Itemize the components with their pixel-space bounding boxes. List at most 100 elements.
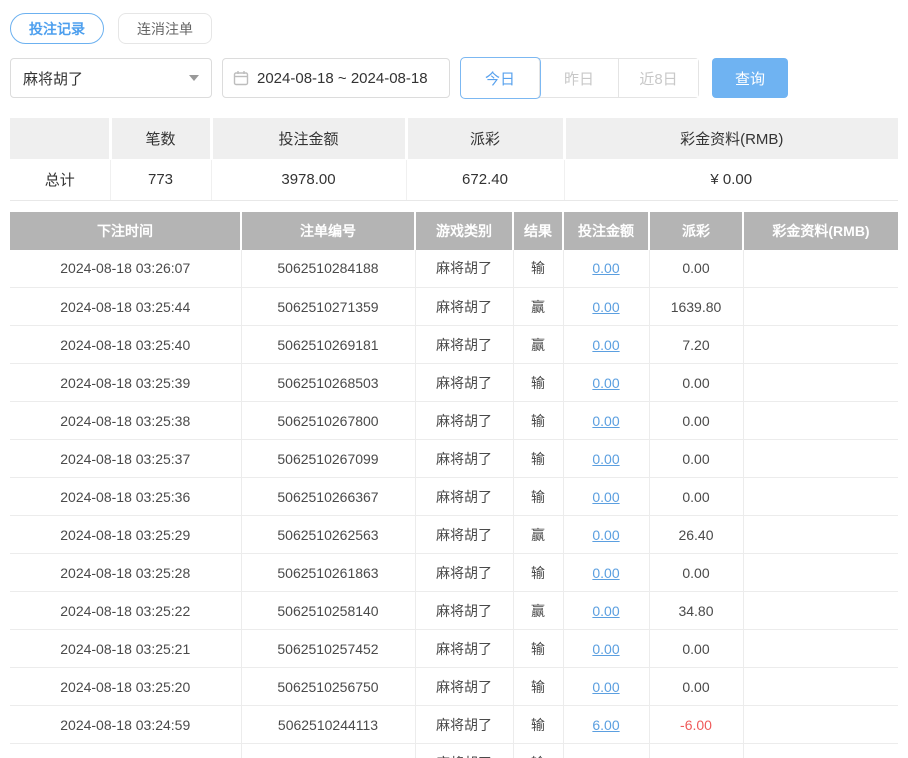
col-result: 结果: [513, 211, 564, 250]
summary-total-payout: 672.40: [406, 158, 565, 201]
cell-bet-amount: 6.00: [563, 743, 650, 758]
cell-bet-amount: 0.00: [563, 401, 650, 440]
cell-bet-time: 2024-08-18 03:25:29: [10, 515, 242, 554]
table-row: 2024-08-18 03:24:525062510243034麻将胡了输 6.0…: [10, 743, 898, 758]
cell-bet-number: 5062510258140: [241, 591, 416, 630]
summary-total-row: 总计 773 3978.00 672.40 ¥ 0.00: [10, 158, 898, 201]
game-select[interactable]: 麻将胡了: [10, 58, 212, 98]
cell-bet-amount: 0.00: [563, 515, 650, 554]
table-row: 2024-08-18 03:25:21 5062510257452 麻将胡了输 0.0…: [10, 629, 898, 668]
table-row: 2024-08-18 03:25:39 5062510268503 麻将胡了输 0.0…: [10, 363, 898, 402]
summary-total-bet-amount: 3978.00: [211, 158, 407, 201]
cell-result: 赢: [513, 287, 564, 326]
quick-range-group: 今日 昨日 近8日: [460, 57, 699, 99]
cell-payout: 0.00: [649, 363, 744, 402]
cell-bonus: [743, 629, 898, 668]
cell-bet-time: 2024-08-18 03:25:44: [10, 287, 242, 326]
cell-result: 输: [513, 477, 564, 516]
table-row: 2024-08-18 03:25:20 5062510256750 麻将胡了输 0.0…: [10, 667, 898, 706]
cell-game-type: 麻将胡了: [415, 743, 514, 758]
cell-bonus: [743, 401, 898, 440]
cell-payout: -6.00: [649, 743, 744, 758]
cell-bet-amount: 0.00: [563, 667, 650, 706]
bet-amount-link[interactable]: 0.00: [592, 527, 619, 543]
bet-amount-link[interactable]: 6.00: [592, 717, 619, 733]
tab-betting-records[interactable]: 投注记录: [10, 13, 104, 44]
quick-yesterday-button[interactable]: 昨日: [540, 59, 619, 97]
bet-amount-link[interactable]: 0.00: [592, 337, 619, 353]
summary-total-label: 总计: [10, 158, 111, 201]
cell-payout: 0.00: [649, 477, 744, 516]
cell-bonus: [743, 325, 898, 364]
cell-bet-number: 5062510267099: [241, 439, 416, 478]
bet-amount-link[interactable]: 0.00: [592, 489, 619, 505]
bet-amount-link[interactable]: 0.00: [592, 299, 619, 315]
cell-game-type: 麻将胡了: [415, 705, 514, 744]
table-row: 2024-08-18 03:25:22 5062510258140 麻将胡了赢 0.0…: [10, 591, 898, 630]
cell-bet-amount: 0.00: [563, 325, 650, 364]
calendar-icon: [233, 70, 249, 86]
query-button[interactable]: 查询: [712, 58, 788, 98]
cell-game-type: 麻将胡了: [415, 287, 514, 326]
table-row: 2024-08-18 03:25:36 5062510266367 麻将胡了输 0.0…: [10, 477, 898, 516]
bet-amount-link[interactable]: 6.00: [592, 755, 619, 758]
quick-last-8-days-button[interactable]: 近8日: [619, 59, 698, 97]
bet-amount-link[interactable]: 0.00: [592, 451, 619, 467]
summary-col-bonus: 彩金资料(RMB): [564, 118, 898, 159]
cell-bonus: [743, 591, 898, 630]
summary-col-blank: [10, 118, 112, 159]
cell-bonus: [743, 515, 898, 554]
cell-bonus: [743, 287, 898, 326]
cell-bonus: [743, 553, 898, 592]
table-row: 2024-08-18 03:26:07 5062510284188 麻将胡了输 0.0…: [10, 249, 898, 288]
summary-total-bonus: ¥ 0.00: [564, 158, 898, 201]
cell-bet-time: 2024-08-18 03:25:37: [10, 439, 242, 478]
col-bet-time: 下注时间: [10, 211, 242, 250]
cell-result: 赢: [513, 325, 564, 364]
bet-amount-link[interactable]: 0.00: [592, 565, 619, 581]
records-table-wrap: 下注时间 注单编号 游戏类别 结果 投注金额 派彩 彩金资料(RMB) 2024…: [10, 211, 898, 758]
cell-bet-amount: 0.00: [563, 477, 650, 516]
table-row: 2024-08-18 03:24:59 5062510244113 麻将胡了输 6.0…: [10, 705, 898, 744]
cell-payout: -6.00: [649, 705, 744, 744]
cell-payout: 0.00: [649, 629, 744, 668]
cell-bet-amount: 0.00: [563, 287, 650, 326]
bet-amount-link[interactable]: 0.00: [592, 260, 619, 276]
bet-amount-link[interactable]: 0.00: [592, 641, 619, 657]
cell-result: 输: [513, 743, 564, 758]
cell-bet-number: 5062510267800: [241, 401, 416, 440]
tab-cancelled-bets[interactable]: 连消注单: [118, 13, 212, 44]
date-range-input[interactable]: 2024-08-18 ~ 2024-08-18: [222, 58, 450, 98]
cell-bet-time: 2024-08-18 03:25:39: [10, 363, 242, 402]
summary-header-row: 笔数 投注金额 派彩 彩金资料(RMB): [10, 118, 898, 159]
cell-game-type: 麻将胡了: [415, 401, 514, 440]
table-row: 2024-08-18 03:25:44 5062510271359 麻将胡了赢 0.0…: [10, 287, 898, 326]
table-row: 2024-08-18 03:25:28 5062510261863 麻将胡了输 0.0…: [10, 553, 898, 592]
cell-result: 赢: [513, 515, 564, 554]
cell-bonus: [743, 363, 898, 402]
bet-amount-link[interactable]: 0.00: [592, 603, 619, 619]
quick-today-button[interactable]: 今日: [460, 57, 541, 99]
bet-amount-link[interactable]: 0.00: [592, 413, 619, 429]
cell-bet-number: 5062510284188: [241, 249, 416, 288]
col-game-type: 游戏类别: [415, 211, 514, 250]
cell-payout: 0.00: [649, 553, 744, 592]
bet-amount-link[interactable]: 0.00: [592, 679, 619, 695]
cell-game-type: 麻将胡了: [415, 477, 514, 516]
tabs-row: 投注记录 连消注单: [10, 13, 898, 44]
game-select-value: 麻将胡了: [23, 70, 84, 88]
bet-amount-link[interactable]: 0.00: [592, 375, 619, 391]
betting-records-page: 投注记录 连消注单 麻将胡了 2024-08-18 ~ 2024-08-18 今…: [0, 13, 908, 758]
cell-payout: 0.00: [649, 249, 744, 288]
cell-bet-number: 5062510268503: [241, 363, 416, 402]
cell-bet-number: 5062510244113: [241, 705, 416, 744]
cell-result: 输: [513, 667, 564, 706]
cell-payout: 0.00: [649, 667, 744, 706]
cell-payout: 1639.80: [649, 287, 744, 326]
records-tbody: 2024-08-18 03:26:07 5062510284188 麻将胡了输 0.0…: [10, 249, 898, 758]
col-bet-amount: 投注金额: [563, 211, 650, 250]
cell-bet-number: 5062510266367: [241, 477, 416, 516]
cell-bet-time: 2024-08-18 03:25:22: [10, 591, 242, 630]
cell-bet-time: 2024-08-18 03:24:52: [10, 743, 242, 758]
summary-col-count: 笔数: [110, 118, 213, 159]
